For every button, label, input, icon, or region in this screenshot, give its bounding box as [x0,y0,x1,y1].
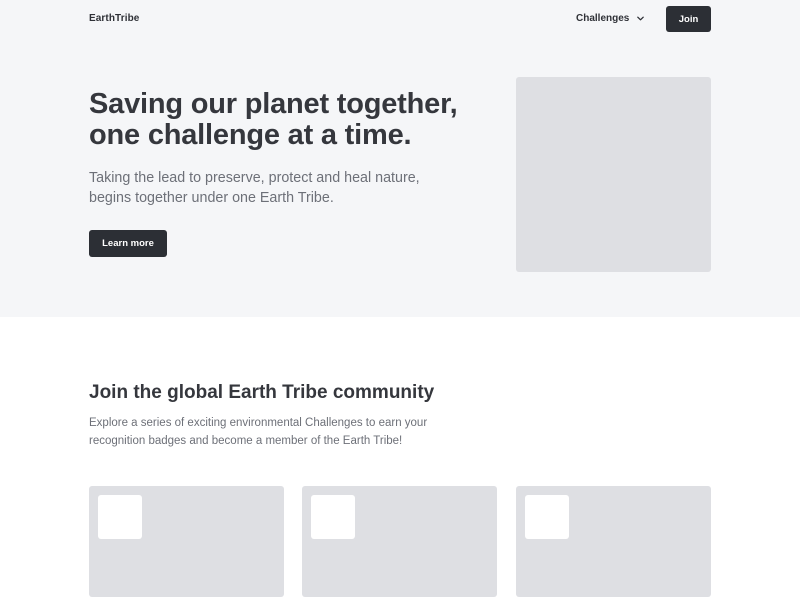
logo[interactable]: EarthTribe [89,13,139,24]
community-subtitle: Explore a series of exciting environment… [89,417,428,447]
hero-image-placeholder [516,77,711,272]
challenges-menu[interactable]: Challenges [576,13,645,24]
community-title: Join the global Earth Tribe community [89,382,435,403]
challenge-card[interactable] [89,486,284,597]
chevron-down-icon [636,14,645,23]
card-badge-placeholder [98,495,142,539]
challenge-card[interactable] [516,486,711,597]
navbar: EarthTribe Challenges Join [0,0,800,38]
card-badge-placeholder [525,495,569,539]
hero-title: Saving our planet together, one challeng… [89,88,458,151]
challenge-card[interactable] [302,486,497,597]
challenges-menu-label: Challenges [576,13,630,24]
join-button[interactable]: Join [666,6,711,32]
learn-more-button[interactable]: Learn more [89,230,167,257]
card-badge-placeholder [311,495,355,539]
hero-subtitle: Taking the lead to preserve, protect and… [89,170,420,206]
